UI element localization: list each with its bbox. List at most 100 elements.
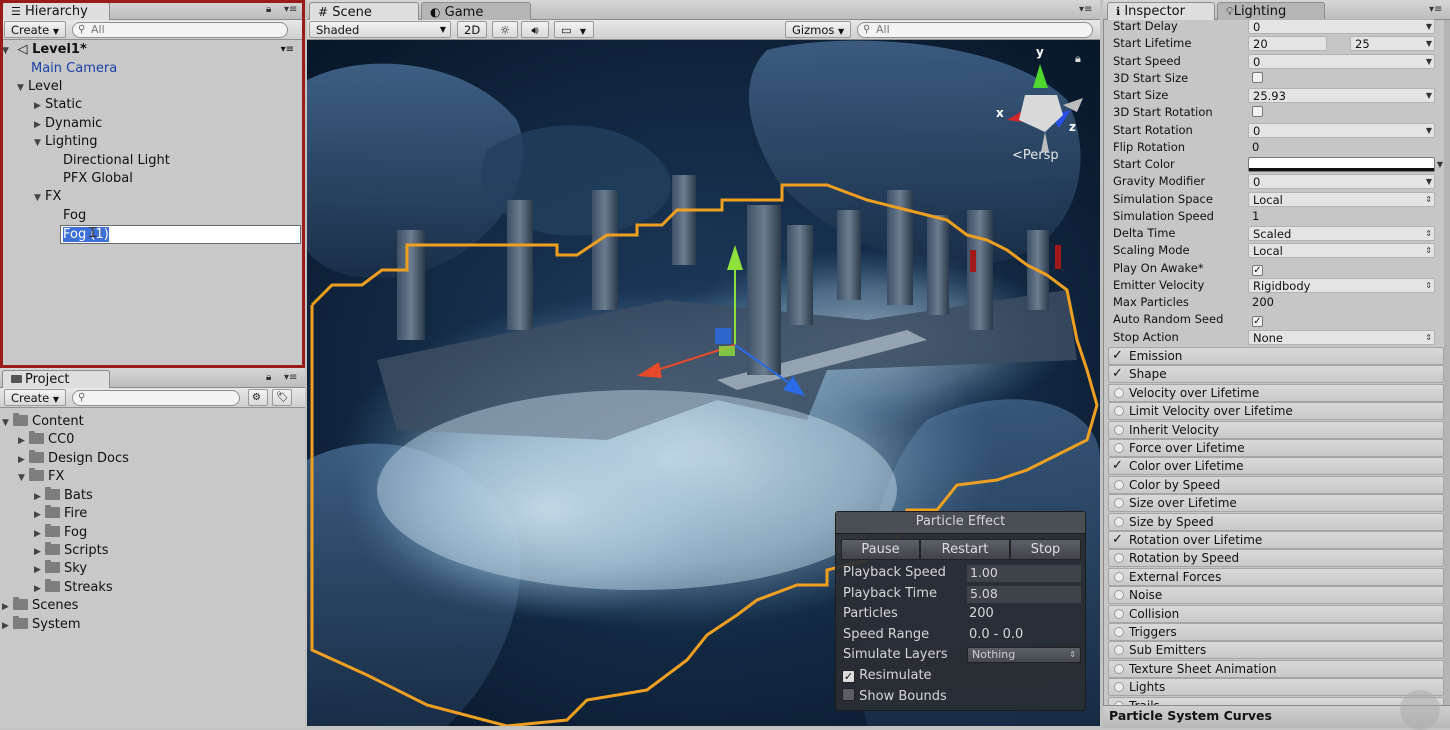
restart-button[interactable]: Restart — [920, 539, 1010, 560]
property-checkbox[interactable] — [1252, 106, 1263, 118]
module-disabled-toggle[interactable] — [1114, 406, 1124, 417]
property-field[interactable]: 25.93 ▼ — [1248, 88, 1435, 103]
toggle-audio-button[interactable]: 🔊︎ — [521, 21, 549, 38]
panel-menu-icon[interactable]: ▾≡ — [1079, 4, 1092, 15]
module-disabled-toggle[interactable] — [1114, 498, 1124, 509]
curve-mode-arrow-icon[interactable]: ▼ — [1426, 89, 1432, 103]
property-dropdown[interactable]: None ⇕ — [1248, 329, 1435, 345]
module-header[interactable]: Size by Speed — [1108, 512, 1444, 531]
module-disabled-toggle[interactable] — [1114, 387, 1124, 398]
module-enabled-checkmark-icon[interactable]: ✓ — [1112, 365, 1123, 381]
tree-item-static[interactable]: ▶ Static — [34, 96, 82, 114]
scene-root[interactable]: ▼ ◁ Level1* ▾≡ — [2, 41, 298, 59]
tree-item-fx[interactable]: ▼ FX — [34, 188, 61, 206]
module-header[interactable]: Color by Speed — [1108, 475, 1444, 494]
resimulate-toggle[interactable]: ✓ Resimulate — [842, 667, 932, 685]
module-enabled-checkmark-icon[interactable]: ✓ — [1112, 531, 1123, 547]
shading-mode-dropdown[interactable]: Shaded ▼ — [309, 21, 451, 38]
dropdown-arrow-icon[interactable]: ⇕ — [1425, 244, 1432, 258]
tree-item-dynamic[interactable]: ▶ Dynamic — [34, 115, 102, 133]
curve-mode-arrow-icon[interactable]: ▼ — [1426, 37, 1432, 51]
lock-icon[interactable]: 🔒︎ — [266, 4, 271, 15]
panel-menu-icon[interactable]: ▾≡ — [284, 372, 297, 383]
inspector-scrollbar[interactable] — [1444, 20, 1450, 710]
module-disabled-toggle[interactable] — [1114, 443, 1124, 453]
dropdown-arrow-icon[interactable]: ⇕ — [1425, 331, 1432, 345]
module-enabled-checkmark-icon[interactable]: ✓ — [1112, 347, 1123, 363]
tree-item-cc0[interactable]: ▶ CC0 — [18, 431, 74, 449]
toggle-lighting-button[interactable]: ☼ — [492, 21, 518, 38]
projection-toggle[interactable]: <Persp — [1012, 148, 1059, 163]
filter-by-label-button[interactable]: 🏷︎ — [272, 389, 292, 406]
module-header[interactable]: Lights — [1108, 678, 1444, 697]
tab-scene[interactable]: # Scene — [309, 2, 419, 20]
curve-mode-arrow-icon[interactable]: ▼ — [1426, 20, 1432, 34]
property-field[interactable]: 0 ▼ — [1248, 174, 1435, 190]
expand-icon[interactable]: ▼ — [18, 469, 29, 487]
property-field[interactable]: 200 — [1248, 295, 1435, 310]
module-header[interactable]: Rotation by Speed — [1108, 549, 1444, 568]
module-header[interactable]: Texture Sheet Animation — [1108, 659, 1444, 678]
tree-item-streaks[interactable]: ▶ Streaks — [34, 579, 113, 597]
collapse-icon[interactable]: ▶ — [34, 561, 45, 579]
module-disabled-toggle[interactable] — [1114, 590, 1124, 601]
show-bounds-checkbox[interactable] — [842, 688, 855, 701]
playback-time-field[interactable]: 5.08 — [967, 586, 1081, 603]
expand-icon[interactable]: ▼ — [2, 42, 13, 60]
module-disabled-toggle[interactable] — [1114, 645, 1124, 656]
tree-item-lighting[interactable]: ▼ Lighting — [34, 133, 98, 151]
tree-item-scripts[interactable]: ▶ Scripts — [34, 542, 108, 560]
filter-by-type-button[interactable]: ⚙ — [248, 389, 268, 406]
module-enabled-checkmark-icon[interactable]: ✓ — [1112, 457, 1123, 473]
color-mode-arrow-icon[interactable]: ▼ — [1437, 158, 1443, 172]
curves-panel-button[interactable] — [1400, 690, 1440, 730]
module-header[interactable]: Collision — [1108, 604, 1444, 623]
property-dropdown[interactable]: Rigidbody ⇕ — [1248, 277, 1435, 293]
module-header[interactable]: External Forces — [1108, 567, 1444, 586]
expand-icon[interactable]: ▼ — [34, 134, 45, 152]
scene-menu-icon[interactable]: ▾≡ — [281, 41, 294, 59]
property-dropdown[interactable]: Local ⇕ — [1248, 191, 1435, 207]
resimulate-checkbox[interactable]: ✓ — [842, 670, 855, 683]
rename-input[interactable]: Fog (1) Ɪ — [60, 225, 301, 244]
pause-button[interactable]: Pause — [841, 539, 920, 560]
create-button[interactable]: Create ▼ — [4, 389, 67, 406]
module-header[interactable]: Force over Lifetime — [1108, 439, 1444, 457]
module-disabled-toggle[interactable] — [1114, 627, 1124, 637]
property-field[interactable]: 0 — [1248, 140, 1435, 155]
tree-item-level[interactable]: ▼ Level — [17, 78, 62, 96]
module-header[interactable]: Size over Lifetime — [1108, 494, 1444, 513]
curve-mode-arrow-icon[interactable]: ▼ — [1426, 175, 1432, 189]
tab-hierarchy[interactable]: ☰ Hierarchy — [2, 2, 110, 20]
collapse-icon[interactable]: ▶ — [34, 543, 45, 561]
project-search-input[interactable]: ⚲ — [72, 390, 240, 406]
create-button[interactable]: Create ▼ — [4, 21, 67, 38]
module-header[interactable]: ✓ Emission — [1108, 347, 1444, 365]
collapse-icon[interactable]: ▶ — [34, 488, 45, 506]
module-disabled-toggle[interactable] — [1114, 571, 1124, 582]
module-disabled-toggle[interactable] — [1114, 479, 1124, 490]
module-disabled-toggle[interactable] — [1114, 608, 1124, 619]
dropdown-arrow-icon[interactable]: ⇕ — [1425, 279, 1432, 293]
tree-item-fx-folder[interactable]: ▼ FX — [18, 468, 64, 486]
tree-item-bats[interactable]: ▶ Bats — [34, 487, 93, 505]
search-input[interactable]: ⚲ All — [72, 22, 288, 38]
property-field[interactable]: 1 — [1248, 209, 1435, 224]
panel-menu-icon[interactable]: ▾≡ — [1429, 4, 1442, 15]
start-color-swatch[interactable]: ▼ — [1248, 157, 1443, 172]
tree-item-content[interactable]: ▼ Content — [2, 413, 84, 431]
module-header[interactable]: Limit Velocity over Lifetime — [1108, 402, 1444, 421]
property-field-min[interactable]: 20 — [1248, 36, 1327, 52]
collapse-icon[interactable]: ▶ — [34, 525, 45, 543]
collapse-icon[interactable]: ▶ — [18, 451, 29, 469]
curve-mode-arrow-icon[interactable]: ▼ — [1426, 124, 1432, 138]
curve-mode-arrow-icon[interactable]: ▼ — [1426, 55, 1432, 69]
module-disabled-toggle[interactable] — [1114, 682, 1124, 693]
module-header[interactable]: Noise — [1108, 586, 1444, 605]
property-field[interactable]: 0 ▼ — [1248, 19, 1435, 34]
expand-icon[interactable]: ▼ — [34, 189, 45, 207]
collapse-icon[interactable]: ▶ — [2, 617, 13, 635]
property-dropdown[interactable]: Scaled ⇕ — [1248, 226, 1435, 241]
property-dropdown[interactable]: Local ⇕ — [1248, 243, 1435, 259]
expand-icon[interactable]: ▼ — [2, 414, 13, 432]
